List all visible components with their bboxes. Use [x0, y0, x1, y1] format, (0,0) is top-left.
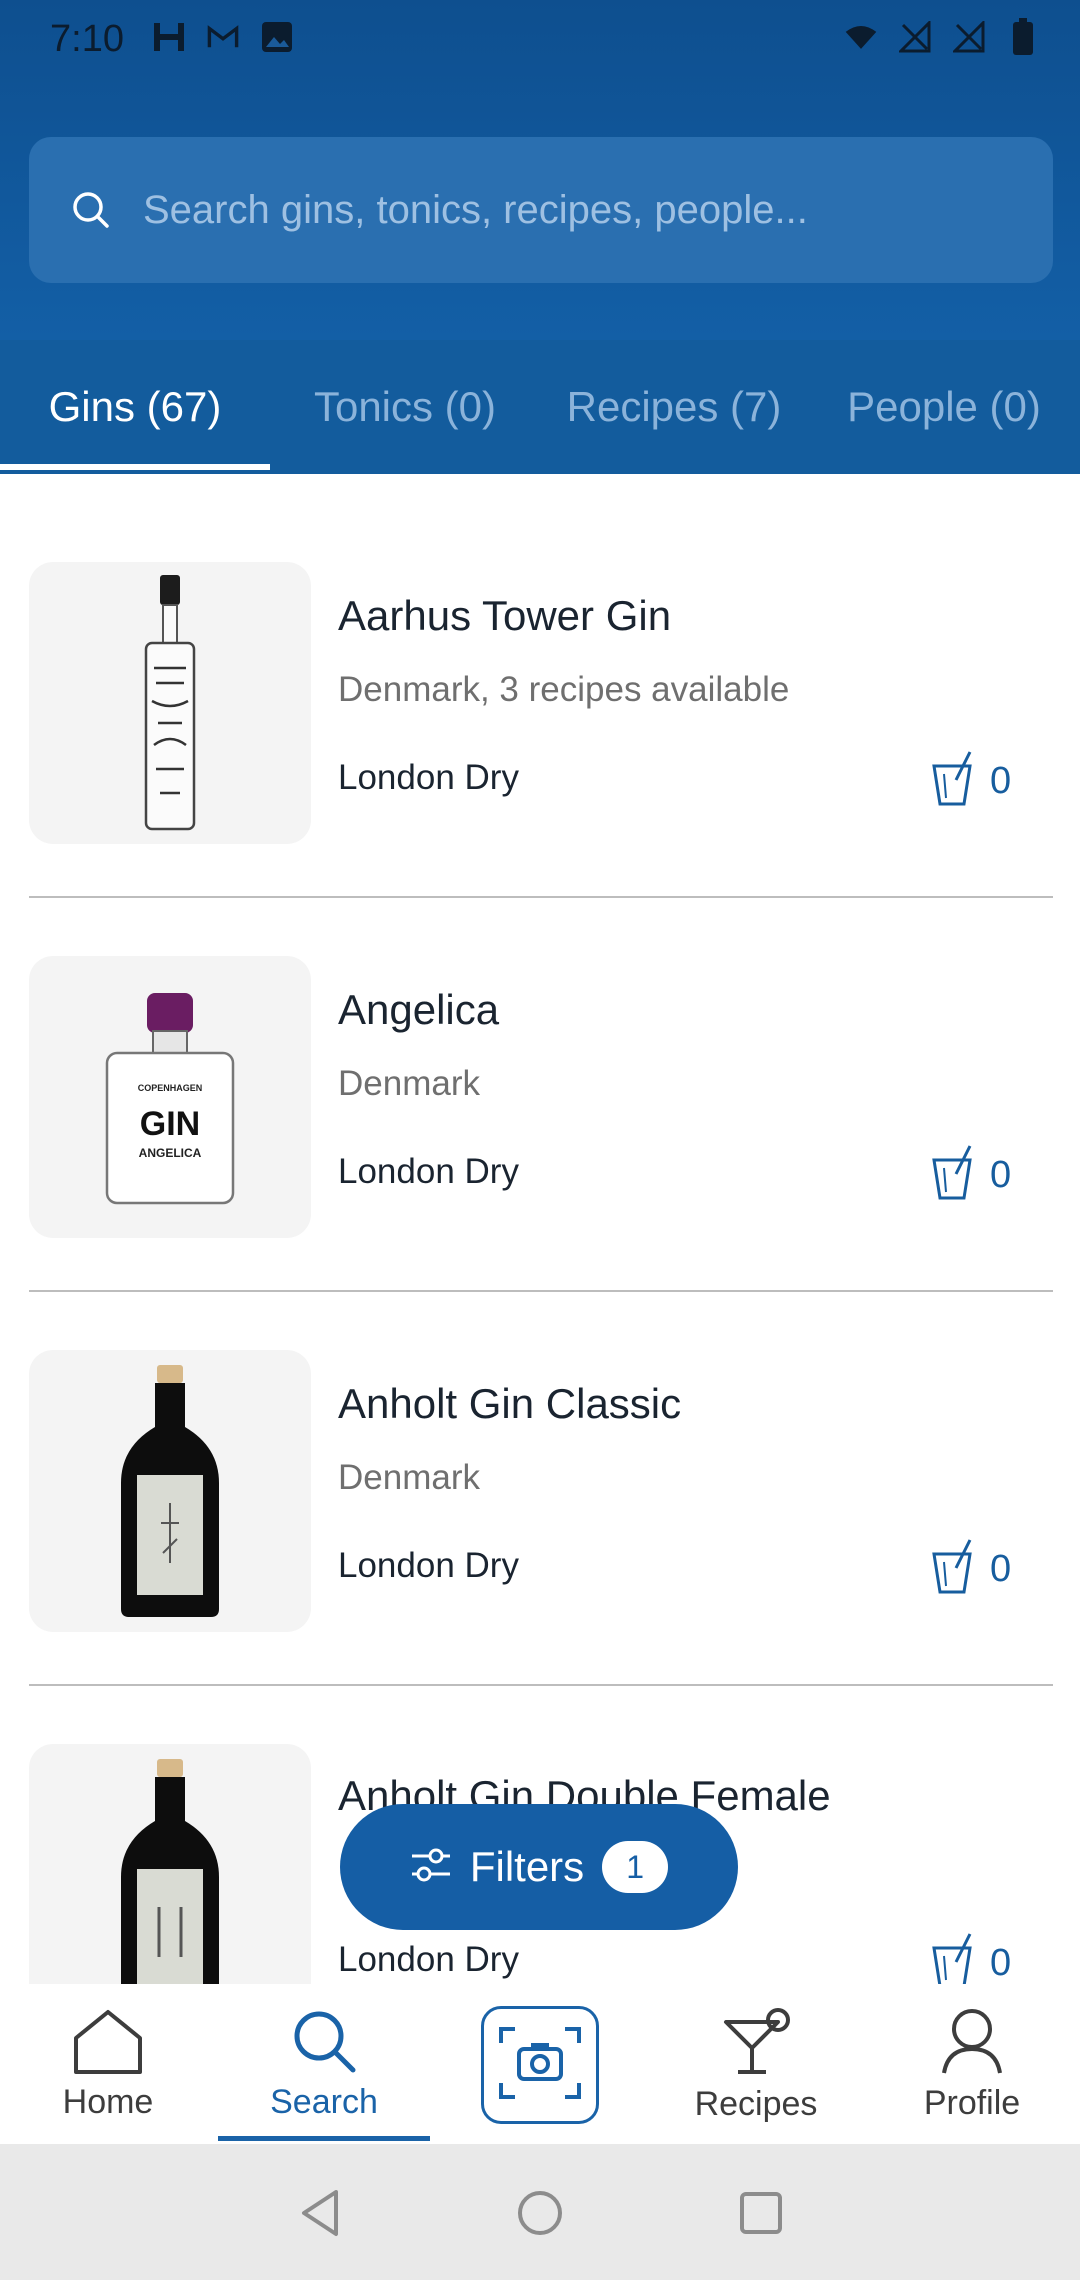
- h-icon: [152, 18, 186, 56]
- search-placeholder: Search gins, tonics, recipes, people...: [143, 187, 808, 232]
- bottle-label: GIN: [140, 1105, 200, 1143]
- gin-bottle-image: [29, 1350, 311, 1632]
- cocktail-glass-icon: [930, 1932, 976, 1984]
- item-style: London Dry: [338, 758, 519, 797]
- wifi-icon: [844, 18, 878, 56]
- nav-search-label: Search: [270, 2083, 378, 2121]
- gmail-icon: [206, 18, 240, 56]
- image-icon: [260, 18, 294, 56]
- gin-list: Aarhus Tower Gin Denmark, 3 recipes avai…: [0, 474, 1080, 1984]
- item-origin: Denmark, 3 recipes available: [338, 670, 790, 709]
- sliders-icon: [410, 1846, 452, 1889]
- bottle-brand: COPENHAGEN: [138, 1083, 203, 1093]
- filters-button[interactable]: Filters 1: [340, 1804, 738, 1930]
- back-icon[interactable]: [296, 2188, 346, 2238]
- nav-scan[interactable]: [432, 1986, 648, 2144]
- search-input[interactable]: Search gins, tonics, recipes, people...: [29, 137, 1053, 283]
- cocktail-glass-icon: [930, 1144, 976, 1207]
- search-icon: [69, 188, 113, 232]
- nav-active-indicator: [218, 2136, 430, 2141]
- status-bar: 7:10: [0, 0, 1080, 80]
- nav-home-label: Home: [62, 2083, 154, 2121]
- recents-icon[interactable]: [736, 2188, 786, 2238]
- item-style: London Dry: [338, 1546, 519, 1585]
- gin-bottle-image: [29, 562, 311, 844]
- recipe-count-value: 0: [990, 1154, 1012, 1196]
- result-tabs: Gins (67) Tonics (0) Recipes (7) People …: [0, 340, 1080, 474]
- cocktail-icon: [720, 2006, 792, 2081]
- list-item[interactable]: COPENHAGEN GIN ANGELICA Angelica Denmark…: [0, 868, 1080, 1292]
- person-icon: [940, 2007, 1004, 2080]
- nav-home[interactable]: Home: [0, 1986, 216, 2144]
- cocktail-glass-icon: [930, 750, 976, 813]
- gin-bottle-image: [29, 1744, 311, 1984]
- filters-label: Filters: [469, 1843, 585, 1890]
- recipe-count[interactable]: 0: [930, 750, 1011, 813]
- recipe-count-value: 0: [990, 1548, 1012, 1590]
- item-name: Anholt Gin Classic: [338, 1380, 682, 1427]
- list-item[interactable]: Aarhus Tower Gin Denmark, 3 recipes avai…: [0, 474, 1080, 898]
- status-time: 7:10: [50, 18, 124, 60]
- app-header: 7:10 Search gins, tonics, recipes, peopl…: [0, 0, 1080, 340]
- home-circle-icon[interactable]: [515, 2188, 565, 2238]
- item-name: Aarhus Tower Gin: [338, 592, 672, 639]
- item-style: London Dry: [338, 1940, 519, 1979]
- recipe-count-value: 0: [990, 1942, 1012, 1984]
- recipe-count[interactable]: 0: [930, 1144, 1011, 1207]
- no-sim-icon: [898, 18, 932, 56]
- item-style: London Dry: [338, 1152, 519, 1191]
- bottle-sublabel: ANGELICA: [139, 1146, 202, 1160]
- nav-profile[interactable]: Profile: [864, 1986, 1080, 2144]
- nav-search[interactable]: Search: [216, 1986, 432, 2144]
- item-name: Angelica: [338, 986, 500, 1033]
- recipe-count[interactable]: 0: [930, 1538, 1011, 1601]
- cocktail-glass-icon: [930, 1538, 976, 1601]
- battery-icon: [1006, 18, 1040, 56]
- nav-recipes-label: Recipes: [694, 2085, 818, 2123]
- camera-scan-button[interactable]: [481, 2006, 599, 2124]
- tab-gins[interactable]: Gins (67): [0, 340, 270, 474]
- list-item[interactable]: Anholt Gin Classic Denmark London Dry 0: [0, 1262, 1080, 1686]
- nav-profile-label: Profile: [923, 2084, 1021, 2122]
- home-icon: [72, 2008, 144, 2079]
- camera-scan-icon: [497, 2025, 583, 2106]
- recipe-count-value: 0: [990, 760, 1012, 802]
- tab-people[interactable]: People (0): [808, 340, 1080, 474]
- item-origin: Denmark: [338, 1064, 480, 1103]
- nav-recipes[interactable]: Recipes: [648, 1986, 864, 2144]
- bottom-navigation: Home Search Recipes Profile: [0, 1986, 1080, 2144]
- filters-count-badge: 1: [602, 1841, 669, 1893]
- recipe-count[interactable]: 0: [930, 1932, 1011, 1984]
- search-icon: [291, 2008, 357, 2079]
- tab-recipes[interactable]: Recipes (7): [540, 340, 808, 474]
- no-sim-icon: [952, 18, 986, 56]
- system-navigation-bar: [0, 2144, 1080, 2280]
- item-origin: Denmark: [338, 1458, 480, 1497]
- gin-bottle-image: COPENHAGEN GIN ANGELICA: [29, 956, 311, 1238]
- tab-tonics[interactable]: Tonics (0): [270, 340, 540, 474]
